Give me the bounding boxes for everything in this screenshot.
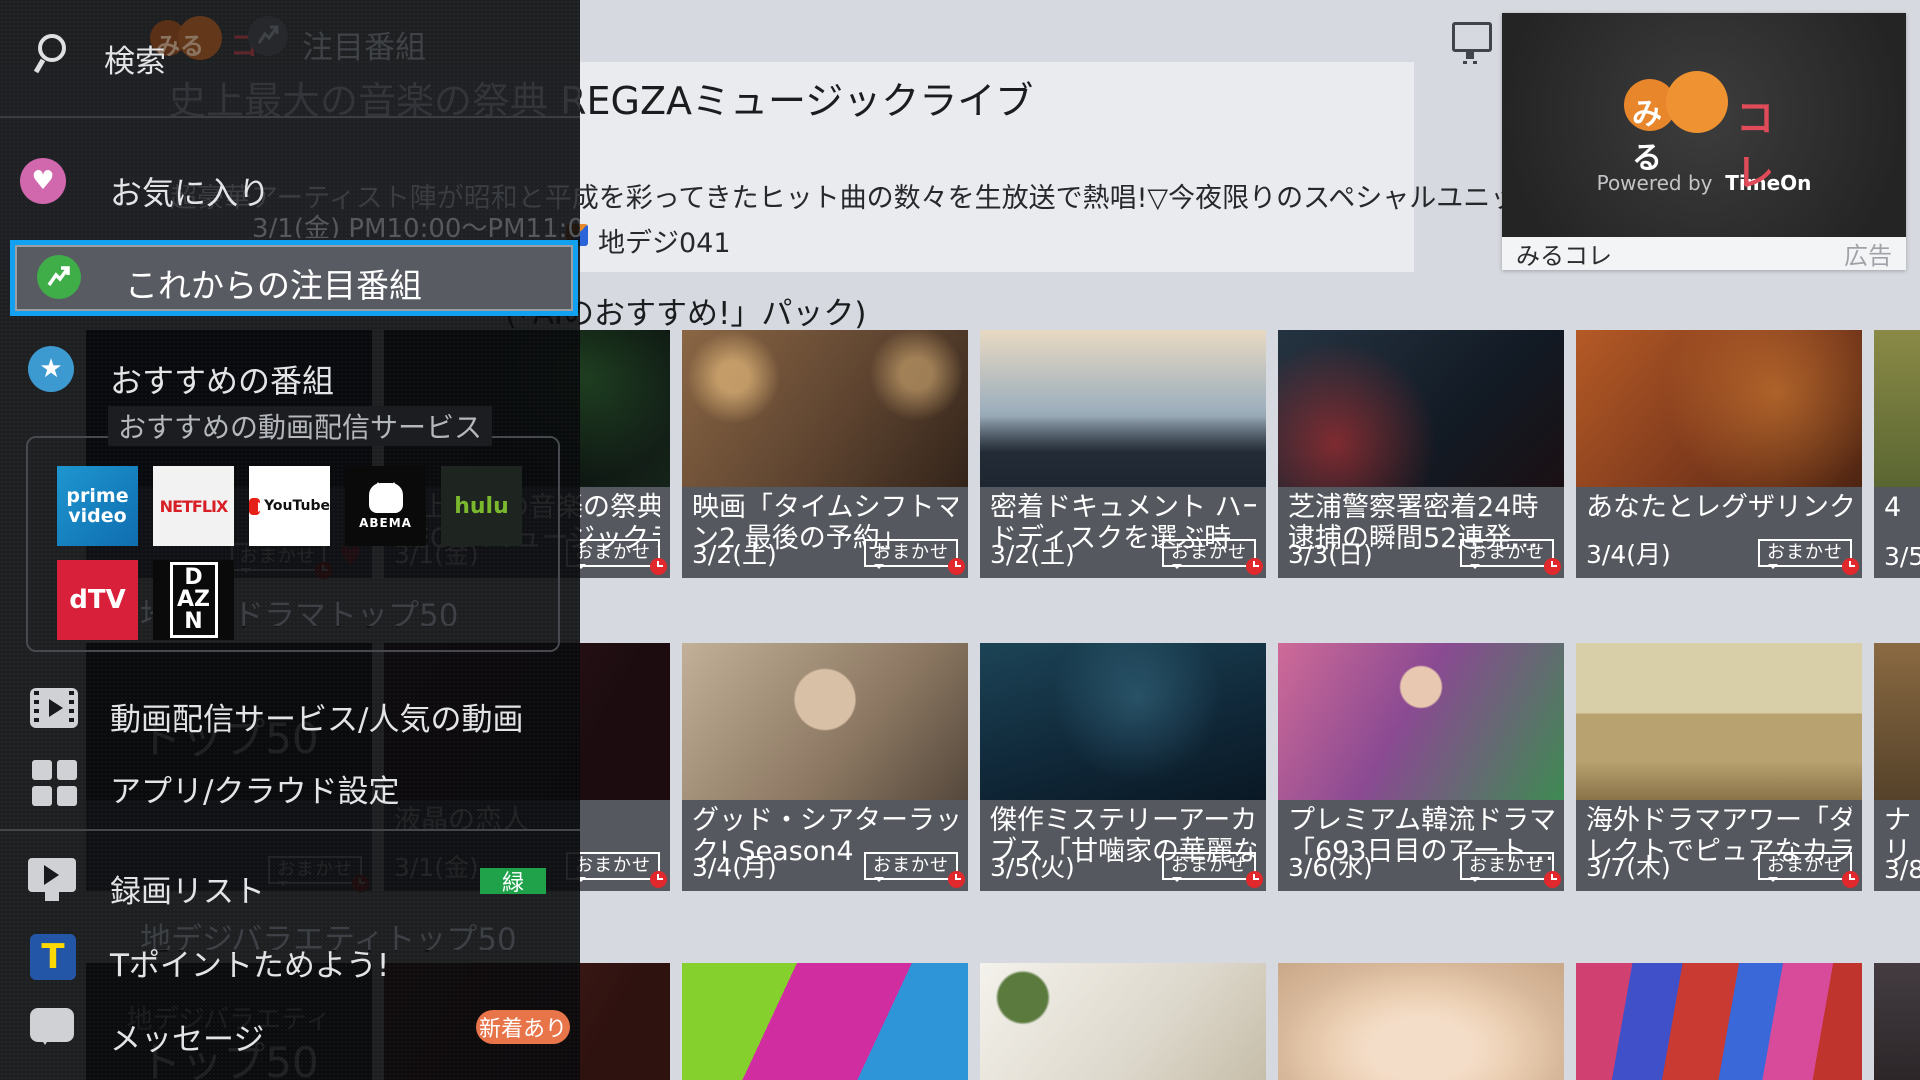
program-card[interactable] bbox=[980, 963, 1266, 1080]
rec-clock-icon bbox=[1544, 871, 1561, 888]
service-tile-primevideo[interactable]: prime video bbox=[57, 466, 138, 546]
service-tile-abema[interactable]: ABEMA bbox=[345, 466, 426, 546]
omakase-badge: おまかせ bbox=[566, 852, 660, 880]
ad-banner[interactable]: みる コレ Powered by TimeOn みるコレ 広告 bbox=[1502, 13, 1906, 270]
program-thumbnail bbox=[1576, 643, 1862, 800]
omakase-badge: おまかせ bbox=[864, 539, 958, 567]
ad-caption: みるコレ bbox=[1516, 236, 1612, 271]
message-bubble-icon bbox=[30, 1008, 74, 1042]
omakase-badge: おまかせ bbox=[1162, 852, 1256, 880]
green-button-badge: 緑 bbox=[480, 868, 546, 894]
rec-clock-icon bbox=[650, 558, 667, 575]
abema-mascot-icon bbox=[369, 483, 403, 513]
program-card[interactable]: 映画「タイムシフトマシ ン2 最後の予約」 3/2(土) おまかせ bbox=[682, 330, 968, 578]
service-tile-dazn[interactable]: DAZN bbox=[153, 560, 234, 640]
services-section-label: おすすめの動画配信サービス bbox=[108, 406, 492, 446]
program-thumbnail bbox=[1278, 963, 1564, 1080]
display-icon bbox=[1452, 22, 1492, 52]
recordings-icon bbox=[28, 858, 76, 892]
omakase-badge: おまかせ bbox=[864, 852, 958, 880]
program-thumbnail bbox=[980, 643, 1266, 800]
rec-clock-icon bbox=[1842, 871, 1859, 888]
program-thumbnail bbox=[1874, 963, 1920, 1080]
program-thumbnail bbox=[682, 330, 968, 487]
service-tile-dtv[interactable]: dTV bbox=[57, 560, 138, 640]
program-thumbnail bbox=[1874, 643, 1920, 800]
tv-screen: 史上最大の音楽の祭典 REGZAミュージックライブ 超豪華アーティスト陣が昭和と… bbox=[0, 0, 1920, 1080]
new-message-badge: 新着あり bbox=[476, 1010, 570, 1044]
omakase-badge: おまかせ bbox=[1460, 852, 1554, 880]
program-card[interactable]: 芝浦警察署密着24時 逮捕の瞬間52連発… 3/3(日) おまかせ bbox=[1278, 330, 1564, 578]
sidebar-menu: 検索 ♥ お気に入り これからの注目番組 ★ おすすめの番組 おすすめの動画配信… bbox=[0, 0, 580, 1080]
film-icon bbox=[30, 688, 78, 728]
sidebar-item-upcoming[interactable]: これからの注目番組 bbox=[10, 240, 578, 316]
rec-clock-icon bbox=[1246, 871, 1263, 888]
omakase-badge: おまかせ bbox=[566, 539, 660, 567]
omakase-badge: おまかせ bbox=[1758, 852, 1852, 880]
program-card[interactable]: ナ リ 3/8 bbox=[1874, 643, 1920, 891]
program-card[interactable]: 海外ドラマアワー「ダイ レクトでピュアなカラ… 3/7(木) おまかせ bbox=[1576, 643, 1862, 891]
program-card[interactable]: HALLO!! WHAT!? BANG! bbox=[682, 963, 968, 1080]
program-card[interactable] bbox=[1874, 963, 1920, 1080]
program-thumbnail bbox=[1576, 330, 1862, 487]
rec-clock-icon bbox=[1544, 558, 1561, 575]
service-tile-hulu[interactable]: hulu bbox=[441, 466, 522, 546]
youtube-play-icon bbox=[249, 498, 260, 515]
omakase-badge: おまかせ bbox=[1162, 539, 1256, 567]
omakase-badge: おまかせ bbox=[1758, 539, 1852, 567]
program-thumbnail bbox=[682, 963, 968, 1080]
program-thumbnail bbox=[1576, 963, 1862, 1080]
divider bbox=[0, 116, 580, 118]
heart-icon: ♥ bbox=[20, 158, 66, 204]
service-tile-youtube[interactable]: YouTube bbox=[249, 466, 330, 546]
rec-clock-icon bbox=[1842, 558, 1859, 575]
rec-clock-icon bbox=[948, 558, 965, 575]
trend-icon bbox=[37, 255, 81, 299]
program-thumbnail bbox=[682, 643, 968, 800]
program-thumbnail bbox=[1278, 330, 1564, 487]
grid-icon bbox=[32, 760, 78, 806]
search-icon bbox=[32, 30, 76, 76]
omakase-badge: おまかせ bbox=[1460, 539, 1554, 567]
program-card[interactable]: 4 3/5 bbox=[1874, 330, 1920, 578]
program-card[interactable] bbox=[1576, 963, 1862, 1080]
program-date: 3/2(土) bbox=[692, 535, 777, 571]
program-thumbnail bbox=[1278, 643, 1564, 800]
divider bbox=[0, 829, 580, 831]
star-icon: ★ bbox=[28, 346, 74, 392]
program-card[interactable]: グッド・シアターラッ ク! Season4 3/4(月) おまかせ bbox=[682, 643, 968, 891]
channel-name: 地デジ041 bbox=[598, 221, 731, 260]
program-card[interactable]: 密着ドキュメント ハー ドディスクを選ぶ時 3/2(土) おまかせ bbox=[980, 330, 1266, 578]
rec-clock-icon bbox=[948, 871, 965, 888]
powered-by: Powered by TimeOn bbox=[1502, 171, 1906, 195]
program-thumbnail bbox=[980, 963, 1266, 1080]
program-thumbnail bbox=[1874, 330, 1920, 487]
program-card[interactable]: あなたとレグザリンク 3/4(月) おまかせ bbox=[1576, 330, 1862, 578]
ad-image: みる コレ Powered by TimeOn bbox=[1502, 13, 1906, 237]
rec-clock-icon bbox=[650, 871, 667, 888]
tpoint-icon: T bbox=[30, 934, 76, 980]
service-tile-netflix[interactable]: NETFLIX bbox=[153, 466, 234, 546]
program-card[interactable]: プレミアム韓流ドラマ 「693日目のアート… 3/6(水) おまかせ bbox=[1278, 643, 1564, 891]
ad-label: 広告 bbox=[1844, 236, 1892, 271]
rec-clock-icon bbox=[1246, 558, 1263, 575]
program-card[interactable] bbox=[1278, 963, 1564, 1080]
program-thumbnail bbox=[980, 330, 1266, 487]
program-card[interactable]: 傑作ミステリーアーカイ ブス「甘噛家の華麗な… 3/5(火) おまかせ bbox=[980, 643, 1266, 891]
